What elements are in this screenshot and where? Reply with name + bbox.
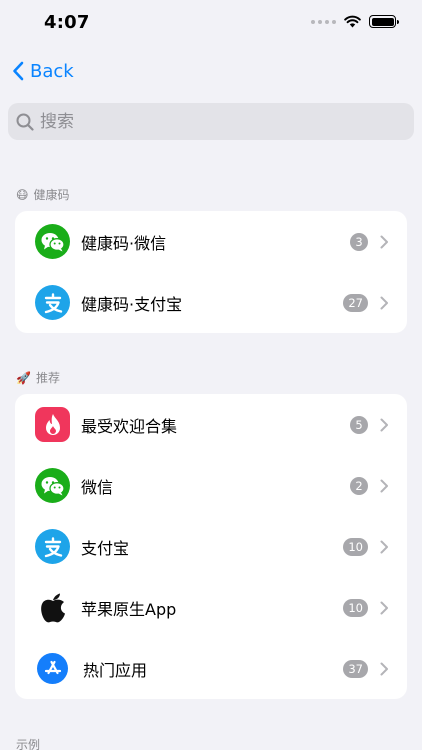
item-title: 支付宝 bbox=[81, 538, 130, 558]
section-title: 示例 bbox=[16, 738, 41, 750]
count-badge: 3 bbox=[350, 232, 368, 251]
back-button[interactable]: Back bbox=[12, 56, 74, 86]
list-item-alipay[interactable]: 支付宝 10 bbox=[15, 516, 407, 577]
chevron-right-icon bbox=[380, 662, 388, 675]
count-badge: 27 bbox=[343, 293, 368, 312]
count-badge: 37 bbox=[343, 659, 368, 678]
chevron-right-icon bbox=[380, 479, 388, 492]
section-title: 推荐 bbox=[35, 371, 60, 385]
item-title: 最受欢迎合集 bbox=[81, 416, 178, 436]
count-badge: 5 bbox=[350, 415, 368, 434]
item-title: 健康码·支付宝 bbox=[81, 294, 183, 314]
back-label: Back bbox=[30, 60, 74, 82]
search-bar[interactable] bbox=[8, 103, 414, 140]
list-item-apple-native-apps[interactable]: 苹果原生App 10 bbox=[15, 577, 407, 638]
chevron-left-icon bbox=[13, 61, 24, 81]
flame-icon bbox=[35, 407, 70, 442]
chevron-right-icon bbox=[380, 235, 388, 248]
chevron-right-icon bbox=[380, 540, 388, 553]
count-badge: 10 bbox=[343, 598, 368, 617]
chevron-right-icon bbox=[380, 296, 388, 309]
rocket-emoji: 🚀 bbox=[16, 370, 31, 385]
list-item-health-code-alipay[interactable]: 健康码·支付宝 27 bbox=[15, 272, 407, 333]
item-title: 健康码·微信 bbox=[81, 233, 167, 253]
section-header-examples: 示例 bbox=[16, 736, 40, 750]
cellular-signal-icon bbox=[311, 19, 336, 24]
alipay-icon bbox=[35, 285, 70, 320]
list-item-most-popular[interactable]: 最受欢迎合集 5 bbox=[15, 394, 407, 455]
alipay-icon bbox=[35, 529, 70, 564]
list-item-health-code-wechat[interactable]: 健康码·微信 3 bbox=[15, 211, 407, 272]
list-item-popular-apps[interactable]: 热门应用 37 bbox=[15, 638, 407, 699]
item-title: 微信 bbox=[81, 477, 114, 497]
status-time: 4:07 bbox=[44, 12, 90, 33]
face-mask-emoji: 😷 bbox=[16, 187, 29, 202]
item-title: 苹果原生App bbox=[81, 599, 177, 619]
wechat-icon bbox=[35, 224, 70, 259]
status-icons bbox=[311, 15, 399, 28]
wechat-icon bbox=[35, 468, 70, 503]
wifi-icon bbox=[344, 15, 361, 28]
section-title: 健康码 bbox=[33, 188, 70, 202]
count-badge: 2 bbox=[350, 476, 368, 495]
item-title: 热门应用 bbox=[83, 660, 148, 680]
chevron-right-icon bbox=[380, 601, 388, 614]
apple-icon bbox=[35, 590, 70, 625]
count-badge: 10 bbox=[343, 537, 368, 556]
battery-icon bbox=[369, 15, 399, 28]
list-item-wechat[interactable]: 微信 2 bbox=[15, 455, 407, 516]
recommended-list: 最受欢迎合集 5 微信 2 支付宝 10 苹果原生App 10 热门应用 37 bbox=[15, 394, 407, 699]
search-icon bbox=[16, 113, 34, 131]
app-store-icon bbox=[37, 653, 68, 684]
health-code-list: 健康码·微信 3 健康码·支付宝 27 bbox=[15, 211, 407, 333]
status-bar: 4:07 bbox=[0, 0, 422, 50]
search-input[interactable] bbox=[40, 111, 380, 132]
section-header-health-code: 😷 健康码 bbox=[16, 186, 70, 203]
section-header-recommended: 🚀 推荐 bbox=[16, 369, 60, 386]
chevron-right-icon bbox=[380, 418, 388, 431]
